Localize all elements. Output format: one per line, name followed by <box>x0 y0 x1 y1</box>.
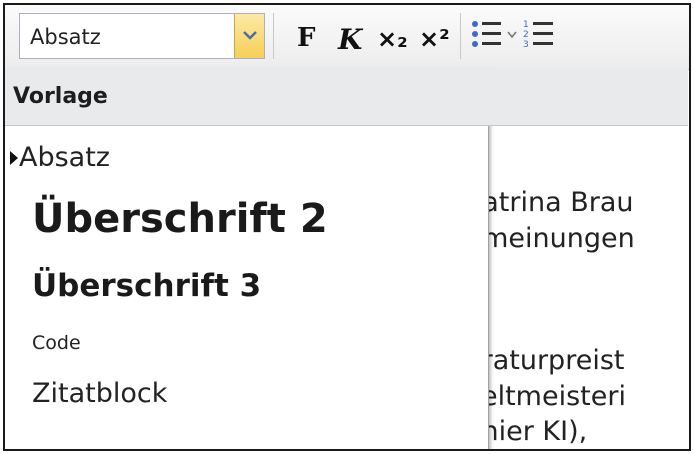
italic-button[interactable]: K <box>330 15 368 56</box>
subscript-button[interactable]: ×₂ <box>373 15 411 55</box>
bullet-list-button[interactable] <box>469 15 505 55</box>
style-select[interactable]: Absatz <box>19 13 265 59</box>
list-options-arrow[interactable] <box>505 15 519 55</box>
selected-triangle-icon <box>10 151 18 165</box>
chevron-down-icon <box>243 31 257 40</box>
svg-text:2: 2 <box>523 30 529 40</box>
style-option-heading-3[interactable]: Überschrift 3 <box>5 264 487 314</box>
style-dropdown-menu: Vorlage Absatz Überschrift 2 Überschrift… <box>5 68 688 449</box>
numbered-list-button[interactable]: 1 2 3 <box>521 15 557 55</box>
style-option-label: Code <box>32 332 81 354</box>
dropdown-header: Vorlage <box>5 68 688 126</box>
dropdown-arrow-button[interactable] <box>234 14 264 58</box>
style-option-label: Zitatblock <box>32 378 168 409</box>
document-text-line: Katrina Brau <box>465 187 634 218</box>
style-option-code[interactable]: Code <box>5 324 487 364</box>
bullet-list-icon <box>472 21 501 47</box>
bold-icon: F <box>297 23 316 53</box>
bold-button[interactable]: F <box>289 15 327 55</box>
italic-icon: K <box>338 23 363 56</box>
style-select-value: Absatz <box>30 25 101 49</box>
style-option-blockquote[interactable]: Zitatblock <box>5 368 487 418</box>
subscript-icon: ×₂ <box>377 25 408 53</box>
toolbar-separator <box>460 13 461 59</box>
style-option-label: Überschrift 2 <box>32 196 328 242</box>
dropdown-header-label: Vorlage <box>13 84 108 109</box>
svg-text:1: 1 <box>523 20 529 30</box>
toolbar-separator <box>273 13 274 59</box>
toolbar: Absatz F K ×₂ ×² 1 2 3 <box>5 5 689 70</box>
superscript-button[interactable]: ×² <box>415 15 453 55</box>
svg-text:3: 3 <box>523 40 529 50</box>
editor-window: Absatz F K ×₂ ×² 1 2 3 Katrina Brau nmei… <box>3 3 691 451</box>
style-option-label: Absatz <box>19 142 110 173</box>
style-option-absatz[interactable]: Absatz <box>5 138 487 182</box>
numbered-list-icon: 1 2 3 <box>523 20 553 50</box>
style-option-label: Überschrift 3 <box>32 268 262 304</box>
document-text-line: veltmeisteri <box>465 381 626 412</box>
superscript-icon: ×² <box>419 25 450 53</box>
chevron-down-icon <box>507 31 517 39</box>
style-option-heading-2[interactable]: Überschrift 2 <box>5 188 487 254</box>
document-text-line: nmeinungen <box>465 223 635 254</box>
